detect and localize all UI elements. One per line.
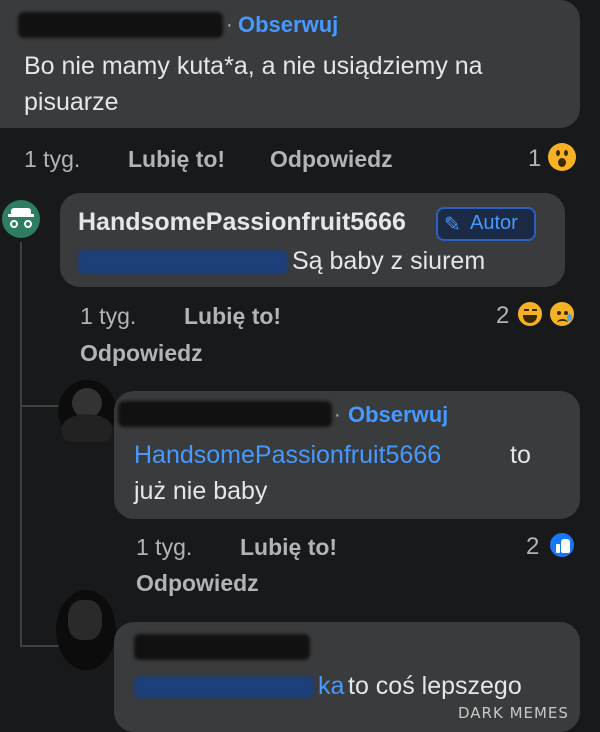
separator-dot: ·: [226, 14, 233, 36]
comment-time[interactable]: 1 tyg.: [24, 146, 80, 173]
separator-dot: ·: [334, 404, 341, 426]
reply-text: to coś lepszego: [348, 672, 522, 700]
follow-link[interactable]: Obserwuj: [348, 402, 448, 428]
follow-link[interactable]: Obserwuj: [238, 12, 338, 38]
mention-link[interactable]: HandsomePassionfruit5666: [134, 437, 441, 473]
redacted-author-name: [134, 634, 310, 660]
reactions-count[interactable]: 2: [526, 533, 539, 561]
author-badge-label: Autor: [470, 212, 518, 234]
like-button[interactable]: Lubię to!: [184, 303, 281, 330]
reply-time[interactable]: 1 tyg.: [136, 534, 192, 561]
redacted-author-name: [18, 12, 223, 38]
author-badge: ✎ Autor: [436, 207, 536, 241]
user-avatar[interactable]: [58, 380, 116, 442]
thread-line-branch: [20, 645, 60, 647]
thread-line-branch: [20, 405, 60, 407]
watermark: DARK MEMES: [458, 704, 569, 722]
reply-button[interactable]: Odpowiedz: [80, 340, 203, 367]
redacted-mention: [78, 250, 288, 274]
wow-emoji-icon: [548, 143, 576, 171]
reply-text: to: [510, 441, 531, 469]
reactions-count[interactable]: 2: [496, 302, 509, 330]
redacted-author-name: [118, 401, 332, 427]
like-icon: [548, 531, 576, 559]
like-button[interactable]: Lubię to!: [128, 146, 225, 173]
thread-line: [20, 242, 22, 647]
comment-text: Bo nie mamy kuta*a, a nie usiądziemy na …: [24, 52, 483, 116]
author-name[interactable]: HandsomePassionfruit5666: [78, 208, 406, 237]
reply-text: Są baby z siurem: [292, 247, 486, 275]
user-avatar[interactable]: [56, 590, 116, 670]
reactions-count[interactable]: 1: [528, 145, 541, 173]
haha-emoji-icon: [516, 300, 544, 328]
sad-emoji-icon: [548, 300, 576, 328]
reply-text-line2: już nie baby: [134, 477, 268, 505]
pencil-icon: ✎: [444, 214, 461, 236]
reply-time[interactable]: 1 tyg.: [80, 303, 136, 330]
reply-button[interactable]: Odpowiedz: [136, 570, 259, 597]
mention-link[interactable]: ka: [318, 668, 344, 704]
like-button[interactable]: Lubię to!: [240, 534, 337, 561]
anonymous-avatar[interactable]: [2, 200, 40, 238]
redacted-mention: [134, 676, 314, 698]
reply-button[interactable]: Odpowiedz: [270, 146, 393, 173]
